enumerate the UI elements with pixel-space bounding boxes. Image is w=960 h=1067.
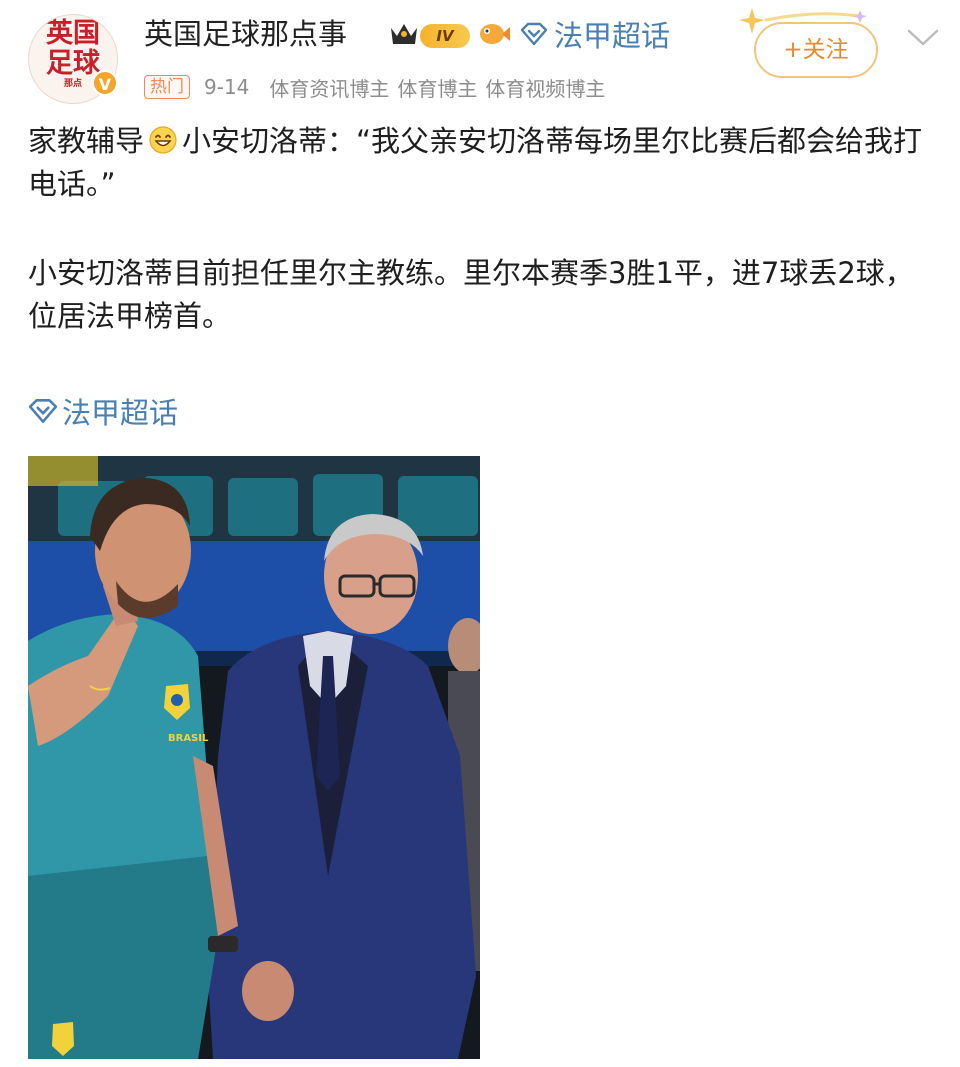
- post-meta: 热门 9-14 体育资讯博主 体育博主 体育视频博主: [144, 73, 613, 101]
- author-role: 体育资讯博主: [269, 76, 390, 101]
- follow-button[interactable]: +关注: [754, 22, 878, 78]
- username[interactable]: 英国足球那点事: [144, 14, 347, 54]
- photo-illustration: BRASIL: [28, 456, 480, 1059]
- topic-head-link[interactable]: 法甲超话: [520, 14, 670, 54]
- verified-badge: V: [92, 70, 118, 96]
- topic-link-label: 法甲超话: [62, 396, 179, 430]
- post-paragraph-2: 小安切洛蒂目前担任里尔主教练。里尔本赛季3胜1平，进7球丢2球，位居法甲榜首。: [28, 256, 914, 333]
- post-paragraph-1: 家教辅导 小安切洛蒂：“我父亲安切洛蒂每场里尔比赛后都会给我打电话。”: [28, 120, 938, 206]
- avatar-text-line1: 英国: [46, 18, 100, 49]
- grinning-emoji-icon: [149, 126, 177, 154]
- author-role: 体育博主: [397, 76, 478, 101]
- topic-head-label: 法甲超话: [554, 19, 671, 53]
- jersey-text: BRASIL: [168, 733, 209, 744]
- post-prefix: 家教辅导: [28, 124, 145, 158]
- author-role: 体育视频博主: [485, 76, 606, 101]
- fish-icon: [480, 24, 510, 44]
- chevron-down-icon[interactable]: [906, 28, 940, 48]
- post-date: 9-14: [204, 75, 250, 99]
- hot-tag: 热门: [144, 75, 190, 99]
- diamond-topic-icon: [28, 399, 58, 423]
- diamond-topic-icon: [520, 22, 548, 46]
- level-badge: IV: [420, 24, 470, 48]
- crown-icon: [391, 24, 417, 44]
- post-body: 家教辅导 小安切洛蒂：“我父亲安切洛蒂每场里尔比赛后都会给我打电话。” 小安切洛…: [28, 120, 938, 338]
- post-photo[interactable]: BRASIL: [28, 456, 480, 1059]
- topic-link[interactable]: 法甲超话: [28, 389, 178, 433]
